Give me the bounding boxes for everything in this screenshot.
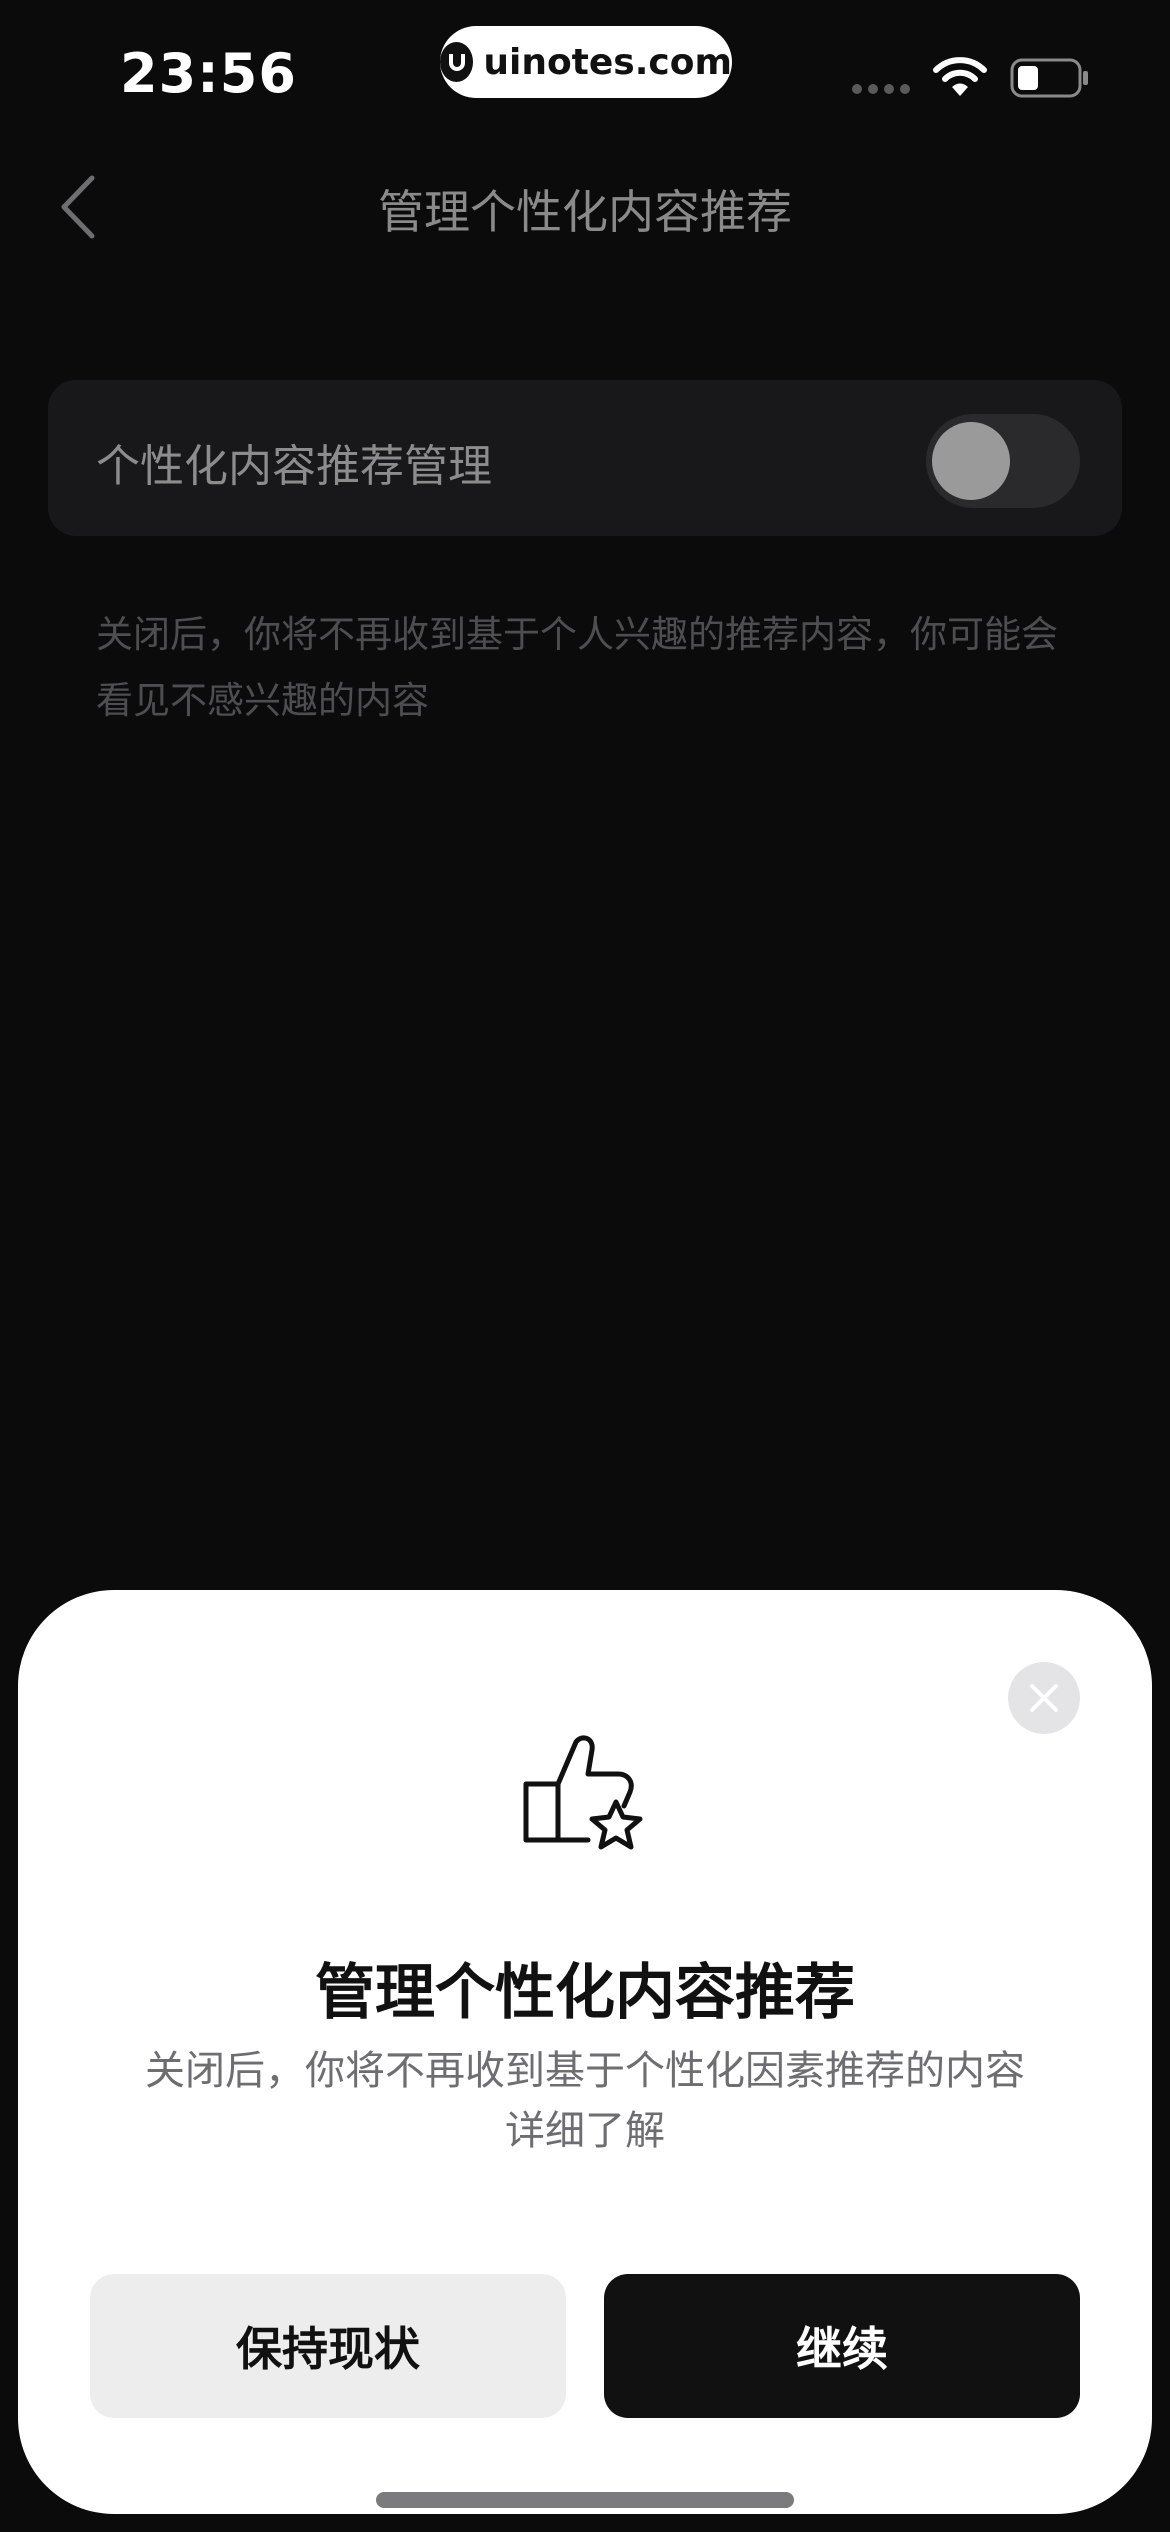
uinotes-logo-icon	[440, 42, 474, 82]
page-title: 管理个性化内容推荐	[378, 185, 792, 239]
setting-label: 个性化内容推荐管理	[96, 441, 492, 492]
status-time: 23:56	[120, 42, 297, 105]
setting-description: 关闭后，你将不再收到基于个人兴趣的推荐内容，你可能会看见不感兴趣的内容	[96, 613, 1058, 722]
home-indicator[interactable]	[376, 2492, 794, 2508]
learn-more-link[interactable]: 详细了解	[18, 2098, 1152, 2156]
confirm-bottom-sheet: 管理个性化内容推荐 关闭后，你将不再收到基于个性化因素推荐的内容 详细了解 保持…	[18, 1590, 1152, 2514]
keep-current-button[interactable]: 保持现状	[90, 2274, 566, 2418]
wifi-icon	[933, 57, 987, 96]
sheet-title: 管理个性化内容推荐	[315, 1958, 855, 2028]
close-button[interactable]	[1008, 1662, 1080, 1734]
recommendation-toggle[interactable]	[926, 414, 1080, 508]
personalized-recommendation-setting: 个性化内容推荐管理	[48, 380, 1122, 536]
cellular-signal-icon	[852, 84, 910, 94]
close-icon	[1030, 1684, 1058, 1712]
continue-button[interactable]: 继续	[604, 2274, 1080, 2418]
watermark-text: uinotes.com	[483, 41, 732, 83]
battery-icon	[1010, 58, 1088, 98]
screen: 23:56 uinotes.com 管理个性化内容推荐 个性化内容推荐管理 关闭…	[0, 0, 1170, 2532]
watermark-badge: uinotes.com	[440, 26, 732, 98]
thumbs-up-star-icon	[523, 1735, 643, 1850]
sheet-description: 关闭后，你将不再收到基于个性化因素推荐的内容	[145, 2048, 1025, 2094]
toggle-knob	[932, 422, 1010, 500]
